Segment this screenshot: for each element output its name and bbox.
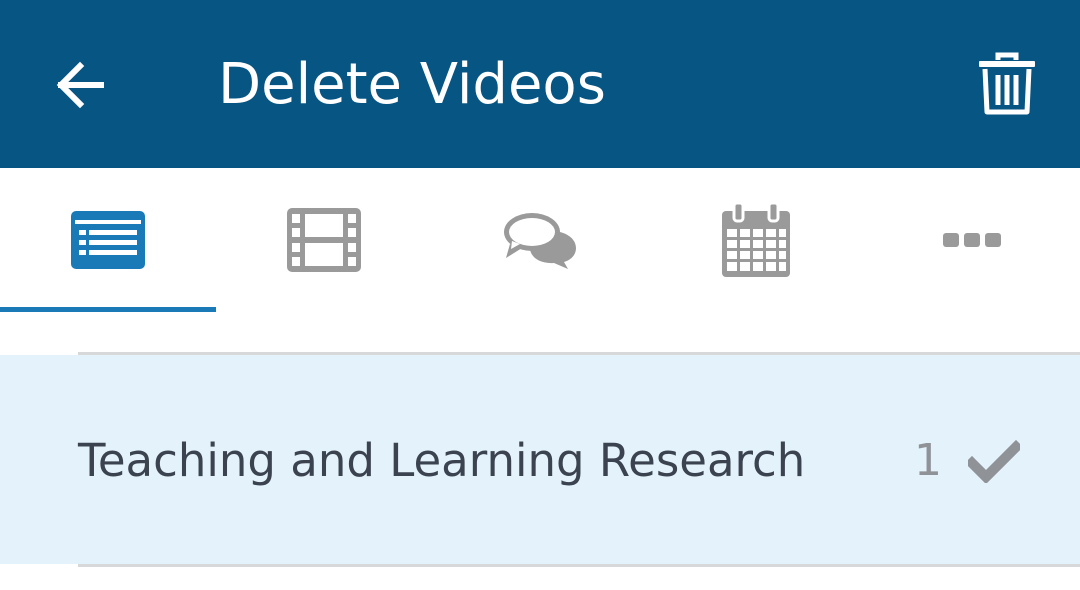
page-title: Delete Videos [218,52,606,117]
tab-calendar[interactable] [648,168,864,312]
checkmark-icon [968,439,1020,483]
film-icon [287,208,361,272]
list-divider [78,564,1080,567]
delete-button[interactable] [965,40,1049,128]
tab-bar [0,168,1080,312]
tab-discussions[interactable] [432,168,648,312]
list-item[interactable]: Teaching and Learning Research 1 [0,355,1080,564]
tab-more[interactable] [864,168,1080,312]
tab-list[interactable] [0,168,216,312]
app-bar: Delete Videos [0,0,1080,168]
more-icon [943,233,1001,247]
list-item-label: Teaching and Learning Research [78,434,806,487]
list-icon [71,211,145,269]
back-button[interactable] [40,45,120,125]
arrow-left-icon [56,61,104,109]
calendar-icon [722,203,790,277]
chat-bubbles-icon [504,213,576,269]
list-item-count: 1 [914,435,942,486]
tab-videos[interactable] [216,168,432,312]
trash-icon [979,52,1035,115]
video-list: Teaching and Learning Research 1 [0,312,1080,590]
